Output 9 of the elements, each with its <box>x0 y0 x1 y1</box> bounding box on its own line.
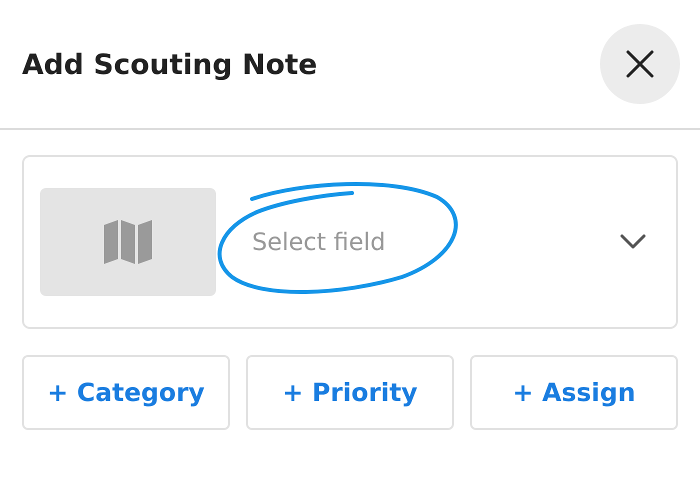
dialog-title: Add Scouting Note <box>22 48 318 80</box>
add-option-button[interactable]: + Priority <box>246 355 454 430</box>
map-icon <box>103 219 153 265</box>
field-dropdown[interactable]: Select field <box>22 155 678 329</box>
add-option-button[interactable]: + Category <box>22 355 230 430</box>
placeholder-text: Select field <box>252 228 386 256</box>
close-icon <box>625 49 655 79</box>
add-option-button[interactable]: + Assign <box>470 355 678 430</box>
chevron-down-icon <box>620 234 646 250</box>
